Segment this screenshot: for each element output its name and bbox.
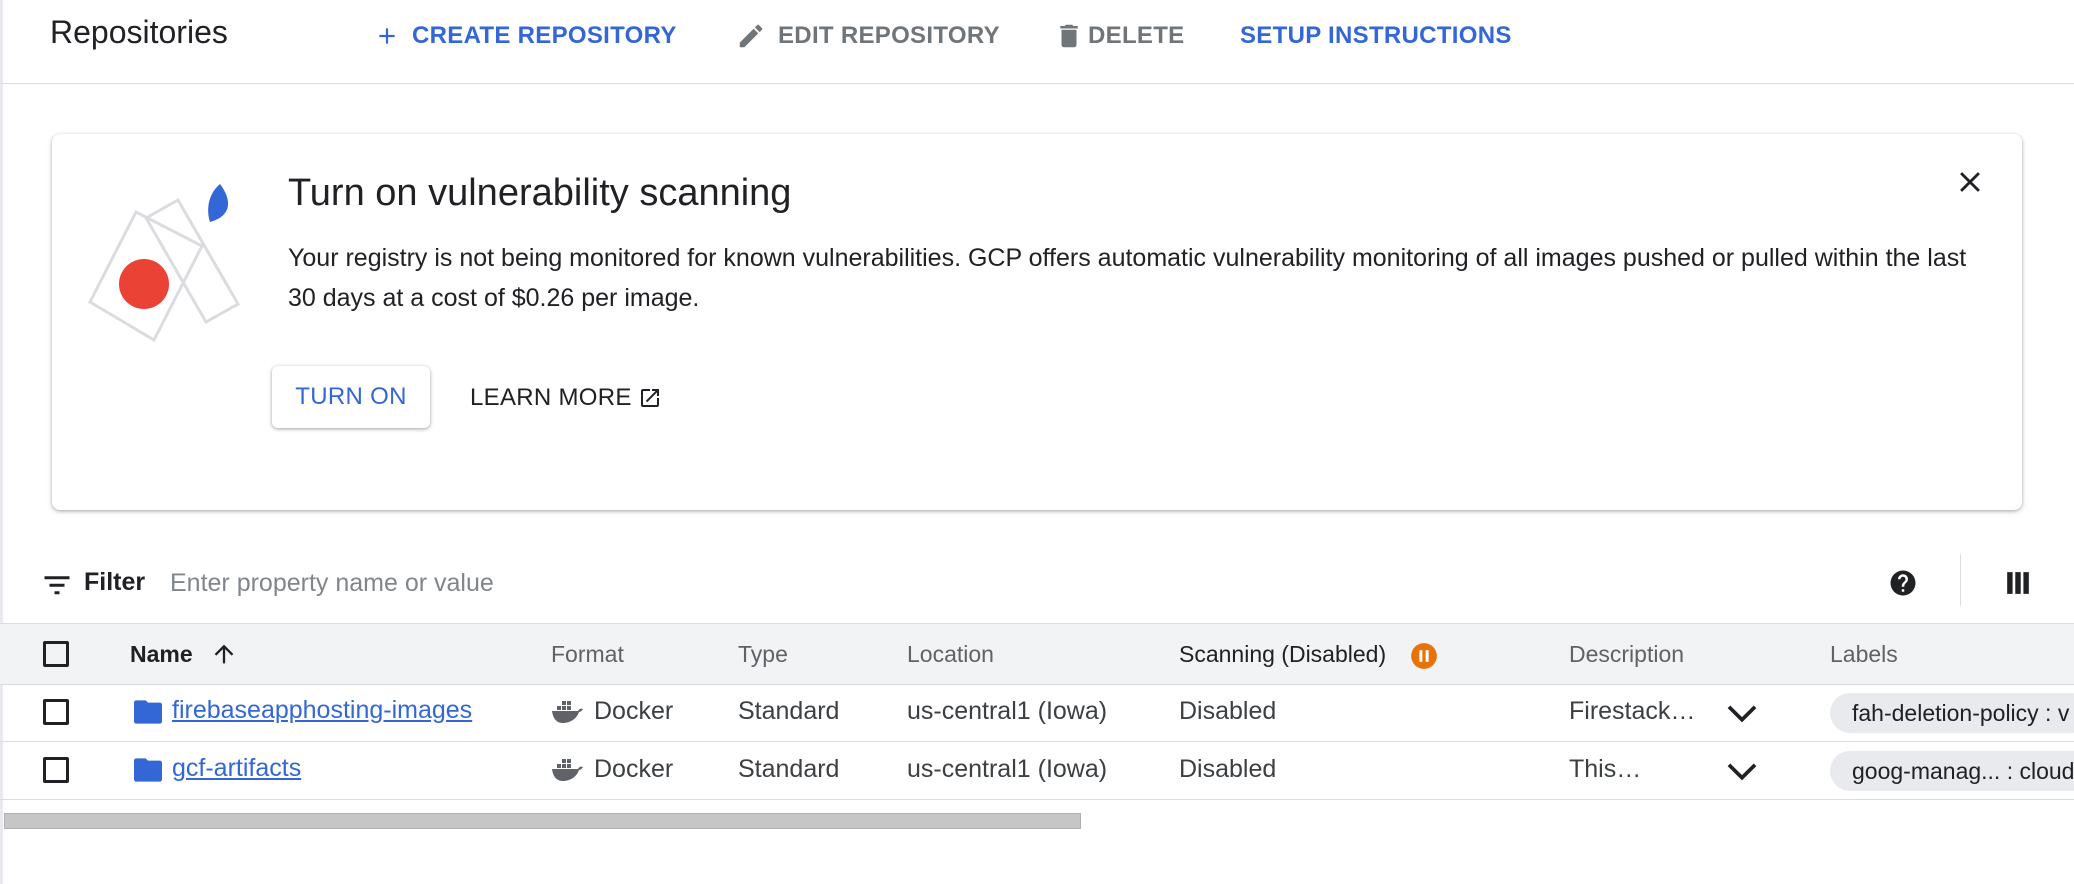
folder-icon bbox=[134, 700, 162, 724]
format-cell: Docker bbox=[594, 755, 674, 783]
chevron-down-icon[interactable] bbox=[1727, 702, 1757, 724]
create-repository-label: CREATE REPOSITORY bbox=[412, 22, 677, 49]
column-header-scanning[interactable]: Scanning (Disabled) bbox=[1179, 641, 1386, 668]
filter-label: Filter bbox=[84, 568, 146, 596]
scanning-illustration-icon bbox=[88, 184, 241, 343]
column-header-type[interactable]: Type bbox=[738, 641, 788, 668]
type-cell: Standard bbox=[738, 755, 840, 783]
type-cell: Standard bbox=[738, 697, 840, 725]
label-chip: fah-deletion-policy : v bbox=[1830, 693, 2074, 733]
delete-button[interactable]: DELETE bbox=[1054, 14, 1184, 58]
select-all-checkbox[interactable] bbox=[43, 641, 69, 667]
description-cell: This… bbox=[1569, 755, 1642, 783]
column-header-description[interactable]: Description bbox=[1569, 641, 1684, 668]
table-header: Name Format Type Location Scanning (Disa… bbox=[0, 623, 2074, 685]
edit-repository-button[interactable]: EDIT REPOSITORY bbox=[736, 14, 1000, 58]
vulnerability-scanning-banner: Turn on vulnerability scanning Your regi… bbox=[52, 134, 2022, 510]
sort-arrow-up-icon[interactable] bbox=[210, 640, 238, 668]
learn-more-label: LEARN MORE bbox=[470, 384, 632, 411]
chevron-down-icon[interactable] bbox=[1727, 760, 1757, 782]
filter-input[interactable] bbox=[170, 562, 870, 604]
table-row[interactable]: gcf-artifacts Docker Standard us-central… bbox=[0, 742, 2074, 800]
location-cell: us-central1 (Iowa) bbox=[907, 697, 1108, 725]
row-checkbox[interactable] bbox=[43, 757, 69, 783]
column-header-name[interactable]: Name bbox=[130, 641, 193, 668]
pause-icon bbox=[1411, 643, 1437, 669]
row-checkbox[interactable] bbox=[43, 699, 69, 725]
filter-icon bbox=[44, 576, 70, 595]
scanning-cell: Disabled bbox=[1179, 697, 1277, 725]
pencil-icon bbox=[739, 24, 763, 48]
toolbar: Repositories CREATE REPOSITORY EDIT REPO… bbox=[0, 0, 2074, 84]
edit-repository-label: EDIT REPOSITORY bbox=[778, 22, 1000, 49]
external-link-icon bbox=[640, 389, 659, 407]
docker-icon bbox=[552, 759, 583, 781]
horizontal-scrollbar[interactable] bbox=[4, 813, 1081, 829]
delete-label: DELETE bbox=[1088, 22, 1185, 49]
folder-icon bbox=[134, 758, 162, 782]
labels-column-clip: fah-deletion-policy : v goog-manag... : … bbox=[1800, 0, 2074, 884]
filter-bar: Filter bbox=[0, 554, 2074, 614]
description-cell: Firestack… bbox=[1569, 697, 1696, 725]
column-header-name-label: Name bbox=[130, 641, 193, 667]
setup-instructions-button[interactable]: SETUP INSTRUCTIONS bbox=[1240, 14, 1512, 58]
repository-link[interactable]: gcf-artifacts bbox=[172, 754, 301, 783]
trash-icon bbox=[1060, 24, 1078, 48]
scanning-cell: Disabled bbox=[1179, 755, 1277, 783]
setup-instructions-label: SETUP INSTRUCTIONS bbox=[1240, 22, 1512, 49]
table-row[interactable]: firebaseapphosting-images Docker Standar… bbox=[0, 684, 2074, 742]
label-chip: goog-manag... : cloud bbox=[1830, 751, 2074, 791]
page-title: Repositories bbox=[50, 14, 228, 50]
create-repository-button[interactable]: CREATE REPOSITORY bbox=[374, 14, 677, 58]
location-cell: us-central1 (Iowa) bbox=[907, 755, 1108, 783]
format-cell: Docker bbox=[594, 697, 674, 725]
learn-more-link[interactable]: LEARN MORE bbox=[470, 380, 662, 416]
column-header-location[interactable]: Location bbox=[907, 641, 994, 668]
turn-on-button[interactable]: TURN ON bbox=[272, 366, 430, 428]
plus-icon bbox=[379, 28, 395, 44]
docker-icon bbox=[552, 701, 583, 723]
repository-link[interactable]: firebaseapphosting-images bbox=[172, 696, 472, 725]
banner-description: Your registry is not being monitored for… bbox=[288, 244, 1967, 312]
banner-title: Turn on vulnerability scanning bbox=[288, 172, 792, 214]
column-header-format[interactable]: Format bbox=[551, 641, 624, 668]
turn-on-label: TURN ON bbox=[295, 383, 407, 410]
